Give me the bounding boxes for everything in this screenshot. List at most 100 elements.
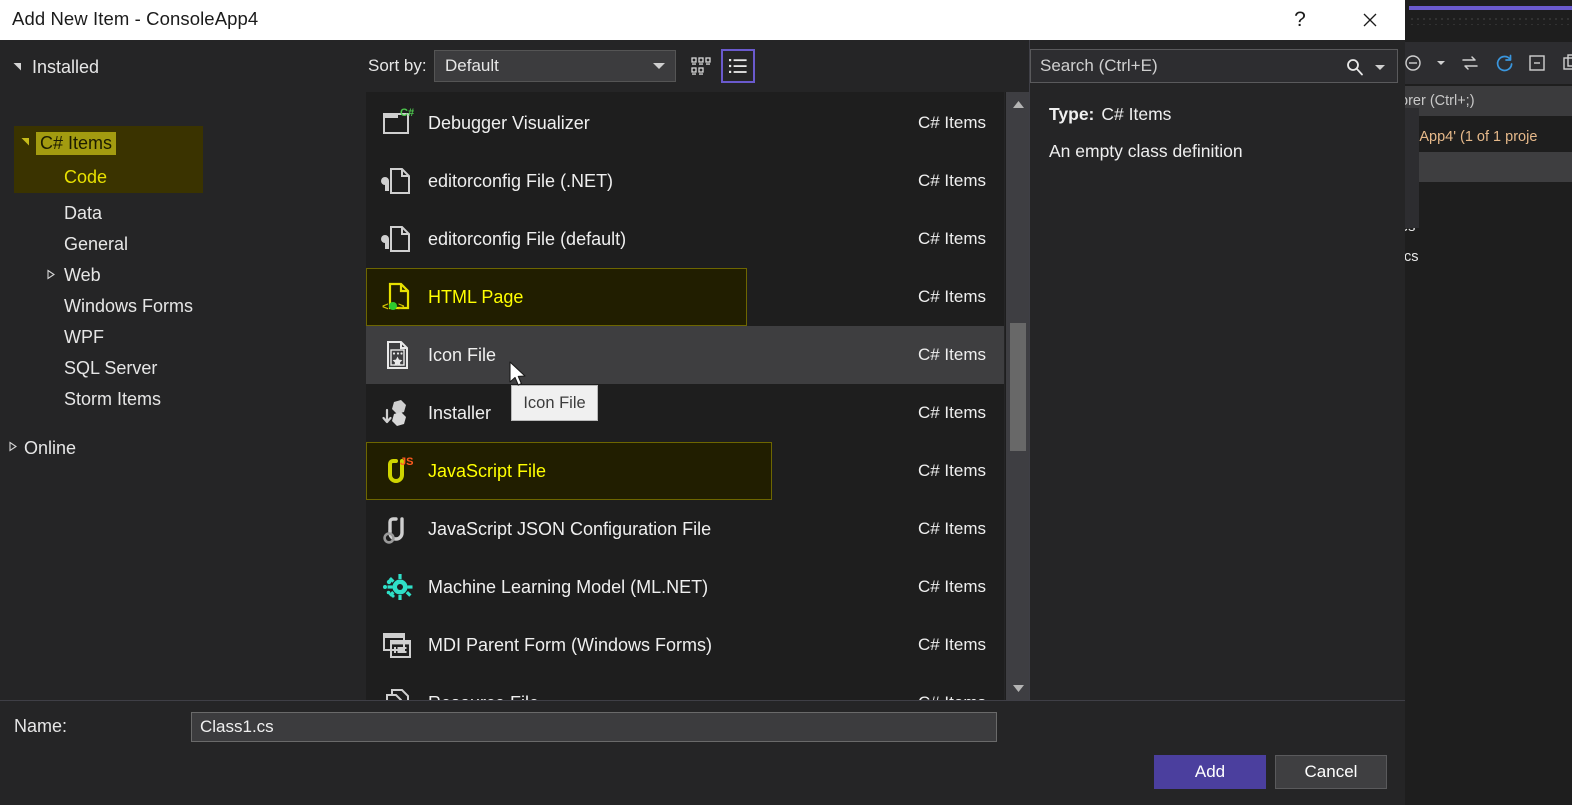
tree-item-csharp-items[interactable]: C# Items (14, 128, 203, 158)
list-item[interactable]: Machine Learning Model (ML.NET) C# Items (366, 558, 1004, 616)
category-tree: Installed C# Items Code Data General Web… (0, 40, 360, 700)
details-type-value: C# Items (1101, 104, 1172, 124)
mdi-form-icon (366, 628, 428, 662)
background-panel-strip (1405, 108, 1419, 228)
list-item-name: Installer (428, 402, 492, 423)
tree-item-windows-forms[interactable]: Windows Forms (14, 291, 314, 321)
screen: orer (Ctrl+;) oleApp4' (1 of 1 proje p4 … (0, 0, 1572, 805)
search-box[interactable]: Search (Ctrl+E) (1030, 49, 1398, 83)
list-item-name: MDI Parent Form (Windows Forms) (428, 634, 713, 655)
installer-icon (366, 396, 428, 430)
tree-node-2[interactable]: es (1400, 212, 1572, 242)
list-item-icon-file[interactable]: Icon File C# Items (366, 326, 1004, 384)
solution-node[interactable]: oleApp4' (1 of 1 proje (1400, 122, 1572, 152)
list-item-name: Resource File (428, 693, 539, 701)
html-file-icon: < > (366, 280, 428, 314)
home-icon[interactable] (1404, 54, 1422, 72)
list-item[interactable]: C# Debugger Visualizer C# Items (366, 94, 1004, 152)
expanded-arrow-icon (14, 136, 36, 150)
list-item-category: C# Items (917, 635, 986, 654)
ml-gear-icon (366, 570, 428, 604)
list-item-name: Icon File (428, 344, 497, 365)
scroll-down-button[interactable] (1006, 677, 1030, 699)
collapsed-arrow-icon (44, 269, 56, 283)
tree-item-general[interactable]: General (14, 229, 314, 259)
tree-node-1[interactable]: es (1400, 182, 1572, 212)
tree-item-web-label: Web (64, 264, 101, 285)
sync-icon[interactable] (1460, 54, 1480, 72)
grid-view-icon (691, 57, 711, 75)
list-item[interactable]: Resource File C# Items (366, 674, 1004, 700)
chevron-down-icon[interactable] (1436, 58, 1446, 68)
tree-item-storm-items-label: Storm Items (64, 388, 162, 409)
help-button[interactable]: ? (1272, 0, 1328, 40)
scrollbar-thumb[interactable] (1010, 323, 1026, 451)
tree-item-code[interactable]: Code (14, 162, 203, 192)
chevron-down-icon (1012, 684, 1024, 692)
list-item-category: C# Items (917, 287, 986, 306)
accent-bar (1409, 6, 1572, 10)
mouse-cursor (508, 361, 528, 394)
list-scrollbar[interactable] (1005, 92, 1030, 700)
collapse-all-icon[interactable] (1528, 53, 1548, 73)
project-node[interactable]: p4 (1400, 152, 1572, 182)
solution-explorer-search[interactable]: orer (Ctrl+;) (1400, 86, 1572, 116)
tree-item-installed-label: Installed (32, 57, 100, 77)
item-template-list[interactable]: C# Debugger Visualizer C# Items editorco… (366, 92, 1004, 700)
sort-by-label: Sort by: (368, 56, 427, 75)
details-panel: Type: C# Items An empty class definition (1030, 92, 1405, 700)
javascript-file-icon: JS (366, 454, 428, 488)
list-item-html-page[interactable]: < > HTML Page C# Items (366, 268, 1004, 326)
tree-item-wpf[interactable]: WPF (14, 322, 314, 352)
collapsed-arrow-icon (0, 441, 24, 455)
svg-text:JS: JS (400, 456, 413, 468)
list-item-category: C# Items (917, 461, 986, 480)
refresh-icon[interactable] (1494, 53, 1514, 73)
dialog-titlebar: Add New Item - ConsoleApp4 ? (0, 0, 1405, 40)
icon-file-icon (366, 338, 428, 372)
cancel-button[interactable]: Cancel (1275, 755, 1387, 789)
list-item[interactable]: MDI Parent Form (Windows Forms) C# Items (366, 616, 1004, 674)
dot-grid-decoration (1409, 16, 1572, 25)
wrench-file-icon (366, 164, 428, 198)
search-icon[interactable] (1345, 57, 1365, 82)
chevron-up-icon (1012, 100, 1024, 108)
scroll-up-button[interactable] (1006, 93, 1030, 115)
tree-item-sql-server[interactable]: SQL Server (14, 353, 314, 383)
list-view-button[interactable] (721, 49, 755, 83)
tree-item-storm-items[interactable]: Storm Items (14, 384, 314, 414)
add-button[interactable]: Add (1154, 755, 1266, 789)
list-item-category: C# Items (917, 113, 986, 132)
tree-item-sql-server-label: SQL Server (64, 357, 158, 378)
add-new-item-dialog: Add New Item - ConsoleApp4 ? Installed C… (0, 0, 1405, 805)
name-input[interactable]: Class1.cs (191, 712, 997, 742)
chevron-down-icon (653, 63, 665, 69)
close-button[interactable] (1342, 0, 1398, 40)
tree-node-3[interactable]: .cs (1400, 242, 1572, 272)
details-description: An empty class definition (1049, 141, 1243, 161)
tree-item-code-label: Code (64, 166, 108, 187)
tree-item-online[interactable]: Online (0, 433, 76, 463)
list-item-javascript-file[interactable]: JS JavaScript File C# Items (366, 442, 1004, 500)
properties-icon[interactable] (1562, 53, 1572, 73)
name-input-value: Class1.cs (200, 717, 274, 736)
list-item-category: C# Items (917, 577, 986, 596)
details-type-row: Type: C# Items (1049, 104, 1171, 125)
solution-node-label: oleApp4' (1 of 1 proje (1400, 129, 1538, 145)
sort-by-dropdown[interactable]: Default (434, 50, 676, 82)
list-item-category: C# Items (917, 519, 986, 538)
solution-explorer-toolbar-icons (1400, 46, 1572, 80)
list-item-category: C# Items (917, 229, 986, 248)
chevron-down-icon[interactable] (1375, 65, 1385, 70)
list-item[interactable]: editorconfig File (.NET) C# Items (366, 152, 1004, 210)
resource-file-icon (366, 686, 428, 700)
list-item[interactable]: editorconfig File (default) C# Items (366, 210, 1004, 268)
tree-item-installed[interactable]: Installed (0, 52, 360, 83)
tree-item-data[interactable]: Data (14, 198, 314, 228)
list-item[interactable]: JavaScript JSON Configuration File C# It… (366, 500, 1004, 558)
grid-view-button[interactable] (684, 49, 718, 83)
list-item-name: JavaScript File (428, 460, 547, 481)
list-item[interactable]: Installer C# Items (366, 384, 1004, 442)
solution-explorer-tree: oleApp4' (1 of 1 proje p4 es es .cs (1400, 122, 1572, 312)
tree-item-web[interactable]: Web (14, 260, 314, 290)
